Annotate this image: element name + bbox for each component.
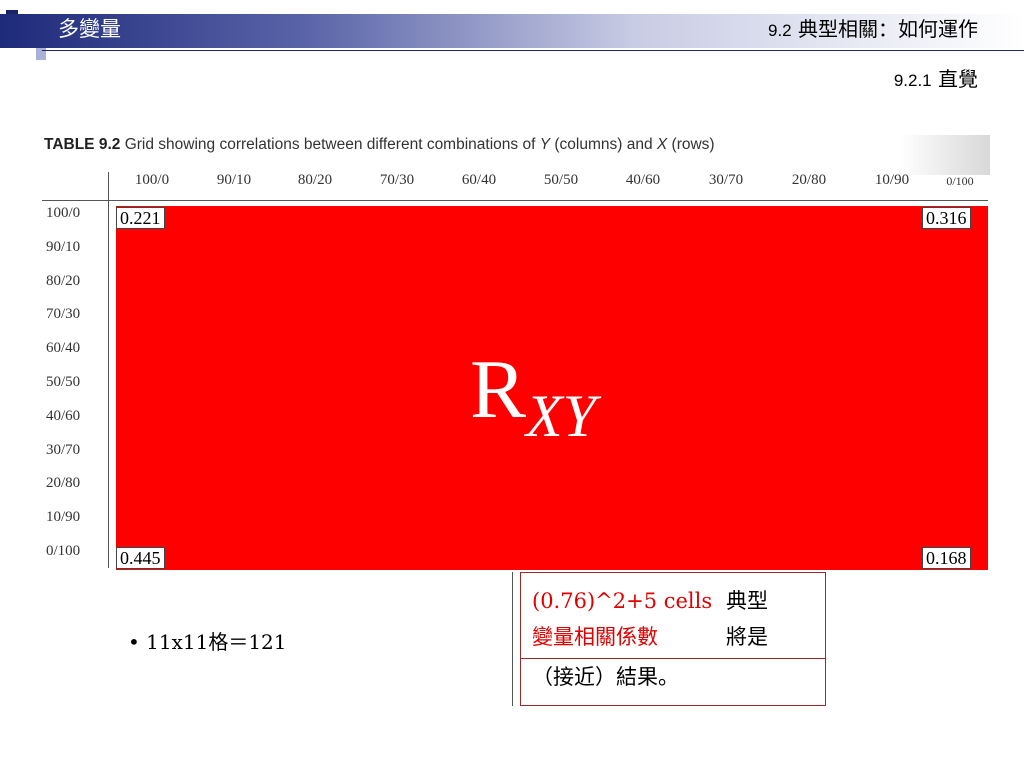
row-header: 100/0 bbox=[46, 205, 81, 221]
note-divider bbox=[512, 572, 513, 706]
scan-shadow bbox=[900, 135, 990, 175]
header-rule bbox=[42, 50, 1024, 51]
subsection-heading: 9.2.1 直覺 bbox=[894, 64, 978, 96]
row-header: 70/30 bbox=[46, 306, 81, 323]
row-header: 40/60 bbox=[46, 407, 81, 424]
corner-bottom-right: 0.168 bbox=[922, 547, 971, 569]
row-header: 50/50 bbox=[46, 374, 81, 390]
column-header: 70/30 bbox=[379, 172, 415, 188]
subsection-number: 9.2.1 bbox=[893, 71, 932, 90]
row-header: 0/100 bbox=[46, 543, 81, 559]
row-header: 20/80 bbox=[46, 475, 81, 492]
note-line2-black: 將是 bbox=[726, 625, 768, 649]
note-line1-black: 典型 bbox=[726, 589, 768, 613]
row-header: 90/10 bbox=[46, 238, 81, 255]
column-header: 20/80 bbox=[791, 172, 827, 188]
slide-title: 多變量 bbox=[58, 17, 121, 41]
cell-count-bullet: • 11x11格＝121 bbox=[128, 630, 287, 654]
note-line3: （接近）結果。 bbox=[532, 665, 679, 689]
column-header: 10/90 bbox=[874, 172, 910, 188]
corner-top-left: 0.221 bbox=[116, 207, 165, 229]
row-header: 60/40 bbox=[46, 340, 81, 357]
row-header: 10/90 bbox=[46, 509, 81, 526]
table-divider-vertical bbox=[108, 172, 109, 568]
column-header: 30/70 bbox=[708, 172, 744, 188]
row-header: 30/70 bbox=[46, 441, 81, 458]
section-number: 9.2 bbox=[768, 21, 792, 40]
corner-top-right: 0.316 bbox=[922, 207, 971, 229]
column-header: 60/40 bbox=[461, 172, 497, 188]
column-header: 0/100 bbox=[946, 174, 974, 188]
column-header: 80/20 bbox=[297, 172, 333, 188]
row-header: 80/20 bbox=[46, 272, 81, 289]
note-line1-red: (0.76)^2+5 cells bbox=[532, 589, 713, 613]
subsection-title: 直覺 bbox=[938, 67, 978, 91]
table-caption: TABLE 9.2 Grid showing correlations betw… bbox=[44, 136, 715, 153]
note-line2-red: 變量相關係數 bbox=[532, 625, 658, 649]
rxy-symbol: RXY bbox=[470, 343, 597, 450]
table-divider-horizontal bbox=[42, 200, 988, 201]
section-heading: 9.2 典型相關：如何運作 bbox=[768, 14, 978, 46]
column-header: 100/0 bbox=[134, 172, 170, 188]
column-header: 90/10 bbox=[216, 172, 252, 188]
table-caption-label: TABLE 9.2 bbox=[44, 136, 121, 153]
corner-bottom-left: 0.445 bbox=[116, 547, 165, 569]
note-rule bbox=[520, 658, 826, 659]
section-title: 典型相關：如何運作 bbox=[798, 17, 978, 41]
column-header: 40/60 bbox=[625, 172, 661, 188]
column-header: 50/50 bbox=[543, 172, 579, 188]
